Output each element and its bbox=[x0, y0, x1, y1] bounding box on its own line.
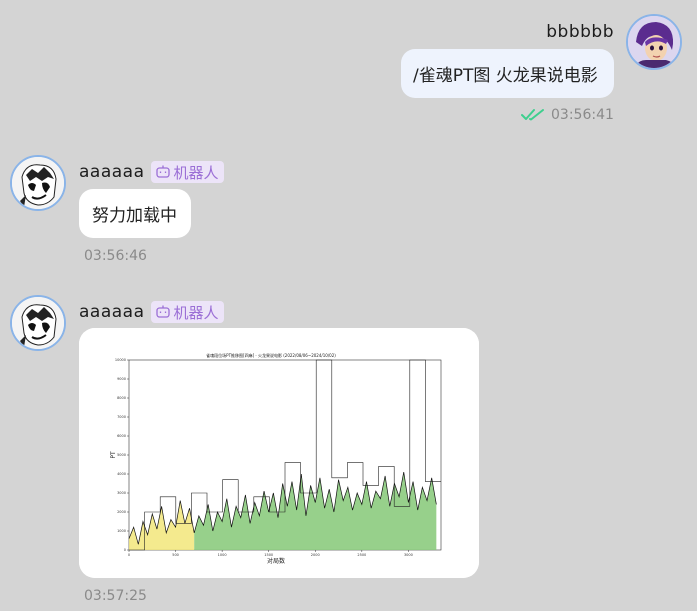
message-bubble[interactable]: /雀魂PT图 火龙果说电影 bbox=[401, 49, 614, 98]
x-tick-label: 2000 bbox=[311, 553, 320, 557]
message-text: /雀魂PT图 火龙果说电影 bbox=[413, 66, 598, 86]
x-tick-label: 1500 bbox=[264, 553, 273, 557]
y-tick-label: 3000 bbox=[117, 491, 126, 495]
bot-badge: 机器人 bbox=[150, 301, 224, 323]
y-tick-label: 10000 bbox=[115, 358, 126, 362]
y-axis-label: PT bbox=[110, 451, 117, 459]
chart-image-message[interactable]: 雀魂段位场PT推移图[四麻] · 火龙果说电影 (2022/08/06~2024… bbox=[79, 328, 479, 578]
bot-avatar[interactable] bbox=[10, 155, 66, 211]
y-tick-label: 0 bbox=[124, 548, 126, 552]
y-tick-label: 2000 bbox=[117, 510, 126, 514]
badge-label: 机器人 bbox=[173, 303, 219, 322]
message-text: 努力加载中 bbox=[92, 206, 177, 226]
x-tick-label: 0 bbox=[128, 553, 130, 557]
message-header: aaaaaa 机器人 bbox=[79, 301, 224, 323]
x-tick-label: 1000 bbox=[218, 553, 227, 557]
y-tick-label: 8000 bbox=[117, 396, 126, 400]
message-bubble[interactable]: 努力加载中 bbox=[79, 189, 191, 238]
message-time: 03:56:46 bbox=[84, 248, 147, 264]
pt-chart: 雀魂段位场PT推移图[四麻] · 火龙果说电影 (2022/08/06~2024… bbox=[79, 328, 479, 578]
badge-label: 机器人 bbox=[173, 163, 219, 182]
avatar-image bbox=[12, 157, 64, 209]
y-tick-label: 9000 bbox=[117, 377, 126, 381]
avatar-image bbox=[628, 16, 680, 68]
message-time: 03:57:25 bbox=[84, 588, 147, 604]
user-avatar[interactable] bbox=[626, 14, 682, 70]
y-tick-label: 7000 bbox=[117, 415, 126, 419]
sender-name: bbbbbb bbox=[546, 22, 614, 42]
robot-icon bbox=[155, 165, 170, 178]
message-time: 03:56:41 bbox=[551, 107, 614, 123]
x-tick-label: 3000 bbox=[404, 553, 413, 557]
y-tick-label: 5000 bbox=[117, 453, 126, 457]
x-tick-label: 500 bbox=[172, 553, 179, 557]
x-axis-label: 对局数 bbox=[267, 557, 285, 565]
double-check-icon bbox=[521, 109, 544, 121]
bot-badge: 机器人 bbox=[150, 161, 224, 183]
robot-icon bbox=[155, 305, 170, 318]
x-tick-label: 2500 bbox=[357, 553, 366, 557]
bot-avatar[interactable] bbox=[10, 295, 66, 351]
y-tick-label: 6000 bbox=[117, 434, 126, 438]
sender-name: aaaaaa bbox=[79, 302, 145, 322]
avatar-image bbox=[12, 297, 64, 349]
y-tick-label: 1000 bbox=[117, 529, 126, 533]
y-tick-label: 4000 bbox=[117, 472, 126, 476]
sender-name: aaaaaa bbox=[79, 162, 145, 182]
message-header: aaaaaa 机器人 bbox=[79, 161, 224, 183]
chart-title: 雀魂段位场PT推移图[四麻] · 火龙果说电影 (2022/08/06~2024… bbox=[206, 352, 336, 358]
message-status: 03:56:41 bbox=[521, 107, 614, 123]
